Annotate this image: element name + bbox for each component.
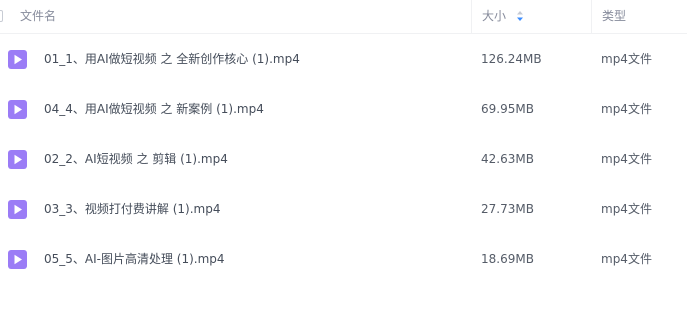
file-row[interactable]: 05_5、AI-图片高清处理 (1).mp4 18.69MB mp4文件 (0, 234, 687, 284)
file-type: mp4文件 (601, 152, 652, 166)
file-name[interactable]: 03_3、视频打付费讲解 (1).mp4 (44, 201, 220, 217)
file-size: 18.69MB (481, 252, 534, 266)
column-header-type[interactable]: 类型 (591, 0, 687, 33)
file-size: 27.73MB (481, 202, 534, 216)
file-name[interactable]: 05_5、AI-图片高清处理 (1).mp4 (44, 251, 225, 267)
select-all-checkbox[interactable] (0, 10, 3, 22)
sort-descending-icon[interactable] (516, 11, 524, 21)
video-file-icon (8, 150, 27, 169)
file-type: mp4文件 (601, 202, 652, 216)
video-file-icon (8, 200, 27, 219)
video-file-icon (8, 250, 27, 269)
file-name[interactable]: 02_2、AI短视频 之 剪辑 (1).mp4 (44, 151, 228, 167)
video-file-icon (8, 100, 27, 119)
column-header-size-label: 大小 (482, 9, 507, 23)
file-row[interactable]: 02_2、AI短视频 之 剪辑 (1).mp4 42.63MB mp4文件 (0, 134, 687, 184)
video-file-icon (8, 50, 27, 69)
file-list: 文件名 大小 类型 01_1、用AI做短视频 之 全新创作核心 (1).mp4 … (0, 0, 687, 284)
file-row[interactable]: 03_3、视频打付费讲解 (1).mp4 27.73MB mp4文件 (0, 184, 687, 234)
file-size: 69.95MB (481, 102, 534, 116)
file-size: 42.63MB (481, 152, 534, 166)
file-row[interactable]: 01_1、用AI做短视频 之 全新创作核心 (1).mp4 126.24MB m… (0, 34, 687, 84)
file-type: mp4文件 (601, 52, 652, 66)
file-type: mp4文件 (601, 102, 652, 116)
file-name[interactable]: 01_1、用AI做短视频 之 全新创作核心 (1).mp4 (44, 51, 300, 67)
file-size: 126.24MB (481, 52, 542, 66)
column-header-size[interactable]: 大小 (471, 0, 591, 33)
file-row[interactable]: 04_4、用AI做短视频 之 新案例 (1).mp4 69.95MB mp4文件 (0, 84, 687, 134)
file-type: mp4文件 (601, 252, 652, 266)
file-list-header: 文件名 大小 类型 (0, 0, 687, 34)
file-name[interactable]: 04_4、用AI做短视频 之 新案例 (1).mp4 (44, 101, 264, 117)
column-header-name[interactable]: 文件名 (20, 8, 56, 24)
